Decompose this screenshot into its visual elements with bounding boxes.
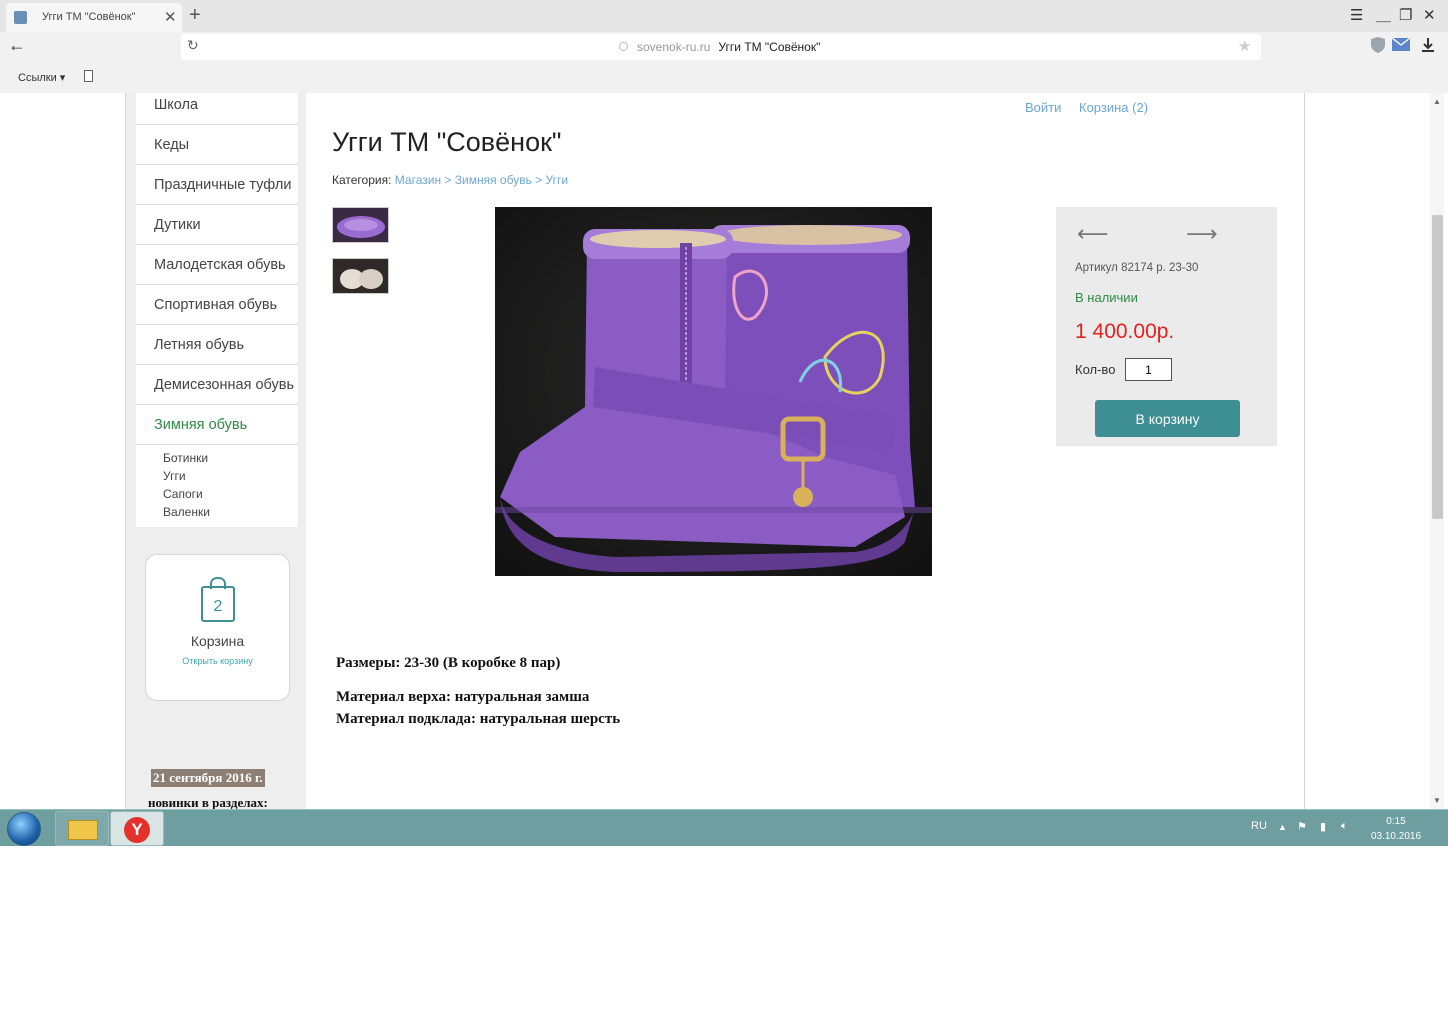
bookmark-star-icon[interactable]: ★ (1238, 37, 1251, 55)
browser-chrome: Угги ТМ "Совёнок" ✕ + ☰ ＿ ❐ ✕ ← ↻ soveno… (0, 0, 1448, 93)
prev-product-arrow-icon[interactable]: ⟵ (1077, 221, 1109, 247)
menu-item-winter-shoes[interactable]: Зимняя обувь (136, 405, 298, 445)
product-thumbnail-2[interactable] (332, 258, 389, 294)
product-main-image[interactable] (495, 207, 932, 576)
tab-strip: Угги ТМ "Совёнок" ✕ + ☰ ＿ ❐ ✕ (0, 0, 1448, 32)
buy-box: ⟵ ⟶ Артикул 82174 р. 23-30 В наличии 1 4… (1056, 207, 1277, 446)
login-link[interactable]: Войти (1025, 100, 1061, 115)
address-text: sovenok-ru.ru Угги ТМ "Совёнок" (619, 40, 820, 54)
back-arrow-icon[interactable]: ← (8, 35, 26, 56)
description-upper-material: Материал верха: натуральная замша (336, 689, 590, 705)
next-product-arrow-icon[interactable]: ⟶ (1186, 221, 1218, 247)
start-button[interactable] (7, 812, 41, 846)
breadcrumb-separator: > (441, 173, 455, 187)
bookmarks-bar: Ссылки ▾ (0, 62, 1448, 93)
breadcrumb-shop[interactable]: Магазин (395, 173, 441, 187)
hamburger-menu-icon[interactable]: ☰ (1350, 6, 1363, 24)
bookmark-page-icon[interactable] (84, 70, 93, 82)
menu-item-festive-shoes[interactable]: Праздничные туфли (136, 165, 298, 205)
content-border (1304, 93, 1305, 809)
reload-icon[interactable]: ↻ (187, 37, 199, 54)
shield-icon[interactable] (1370, 36, 1386, 59)
minimize-icon[interactable]: ＿ (1376, 4, 1391, 25)
breadcrumb: Категория: Магазин > Зимняя обувь > Угги (332, 173, 568, 187)
menu-item-sneakers[interactable]: Кеды (136, 125, 298, 165)
scroll-up-icon[interactable]: ▲ (1433, 97, 1441, 106)
site-info-icon[interactable] (619, 42, 628, 51)
clock-time: 0:15 (1386, 816, 1406, 827)
taskbar-browser-button[interactable]: Y (110, 811, 164, 846)
address-bar-row: ← ↻ sovenok-ru.ru Угги ТМ "Совёнок" ★ (0, 32, 1448, 62)
open-cart-link[interactable]: Открыть корзину (146, 656, 289, 666)
stock-status: В наличии (1075, 290, 1138, 305)
menu-item-snow-boots[interactable]: Дутики (136, 205, 298, 245)
address-page-title: Угги ТМ "Совёнок" (718, 40, 821, 54)
tray-expand-icon[interactable]: ▲ (1278, 822, 1287, 832)
scrollbar-thumb[interactable] (1432, 215, 1443, 519)
system-clock[interactable]: 0:15 03.10.2016 (1368, 814, 1424, 844)
description-sizes: Размеры: 23-30 (В коробке 8 пар) (336, 655, 561, 671)
close-tab-icon[interactable]: ✕ (164, 8, 177, 26)
scroll-down-icon[interactable]: ▼ (1433, 796, 1441, 805)
menu-item-toddler-shoes[interactable]: Малодетская обувь (136, 245, 298, 285)
language-indicator[interactable]: RU (1251, 820, 1267, 832)
news-text: новинки в разделах: (148, 795, 268, 809)
add-to-cart-button[interactable]: В корзину (1095, 400, 1240, 437)
address-domain: sovenok-ru.ru (637, 40, 711, 54)
web-page: Школа Кеды Праздничные туфли Дутики Мало… (0, 93, 1448, 809)
header-cart-link[interactable]: Корзина (2) (1079, 100, 1148, 115)
browser-tab[interactable]: Угги ТМ "Совёнок" ✕ (6, 3, 182, 32)
product-sku: Артикул 82174 р. 23-30 (1075, 262, 1199, 274)
product-price: 1 400.00р. (1075, 320, 1175, 343)
category-menu: Школа Кеды Праздничные туфли Дутики Мало… (136, 93, 298, 527)
winter-submenu: Ботинки Угги Сапоги Валенки (136, 445, 298, 527)
cart-widget[interactable]: 2 Корзина Открыть корзину (145, 554, 290, 701)
clock-date: 03.10.2016 (1370, 831, 1422, 842)
action-center-flag-icon[interactable]: ⚑ (1297, 820, 1307, 833)
cart-widget-title: Корзина (190, 633, 245, 649)
description-lining-material: Материал подклада: натуральная шерсть (336, 711, 621, 727)
taskbar-explorer-button[interactable] (55, 811, 109, 846)
news-date: 21 сентября 2016 г. (151, 769, 265, 787)
menu-item-school[interactable]: Школа (136, 93, 298, 125)
new-tab-button[interactable]: + (189, 4, 201, 27)
yandex-browser-icon: Y (124, 817, 150, 843)
window-close-icon[interactable]: ✕ (1423, 6, 1436, 24)
quantity-input[interactable] (1125, 358, 1172, 381)
breadcrumb-uggs[interactable]: Угги (546, 173, 569, 187)
address-bar[interactable]: ↻ sovenok-ru.ru Угги ТМ "Совёнок" ★ (181, 34, 1261, 60)
power-icon[interactable]: ▮ (1320, 820, 1326, 833)
site-favicon-icon (14, 11, 27, 24)
breadcrumb-separator: > (531, 173, 546, 187)
volume-icon[interactable]: 🔈︎ (1341, 820, 1348, 833)
menu-item-demiseason-shoes[interactable]: Демисезонная обувь (136, 365, 298, 405)
tab-title: Угги ТМ "Совёнок" (42, 11, 136, 23)
submenu-item-high-boots[interactable]: Сапоги (163, 485, 298, 503)
category-label: Категория: (332, 173, 392, 187)
left-sidebar: Школа Кеды Праздничные туфли Дутики Мало… (125, 93, 306, 809)
product-thumbnail-1[interactable] (332, 207, 389, 243)
menu-item-sport-shoes[interactable]: Спортивная обувь (136, 285, 298, 325)
cart-count: 2 (214, 598, 223, 615)
submenu-item-valenki[interactable]: Валенки (163, 503, 298, 521)
submenu-item-boots[interactable]: Ботинки (163, 449, 298, 467)
vertical-scrollbar[interactable]: ▲ ▼ (1430, 93, 1444, 809)
windows-taskbar: Y RU ▲ ⚑ ▮ 🔈︎ 0:15 03.10.2016 (0, 809, 1448, 846)
download-icon[interactable] (1421, 37, 1435, 58)
submenu-item-uggs[interactable]: Угги (163, 467, 298, 485)
mail-icon[interactable] (1391, 37, 1411, 56)
restore-icon[interactable]: ❐ (1399, 6, 1412, 24)
breadcrumb-winter-shoes[interactable]: Зимняя обувь (455, 173, 532, 187)
menu-item-summer-shoes[interactable]: Летняя обувь (136, 325, 298, 365)
folder-icon (68, 820, 98, 840)
quantity-label: Кол-во (1075, 362, 1116, 377)
product-title: Угги ТМ "Совёнок" (332, 127, 562, 157)
shopping-bag-icon: 2 (200, 576, 236, 628)
bookmarks-links-folder[interactable]: Ссылки ▾ (18, 71, 65, 84)
